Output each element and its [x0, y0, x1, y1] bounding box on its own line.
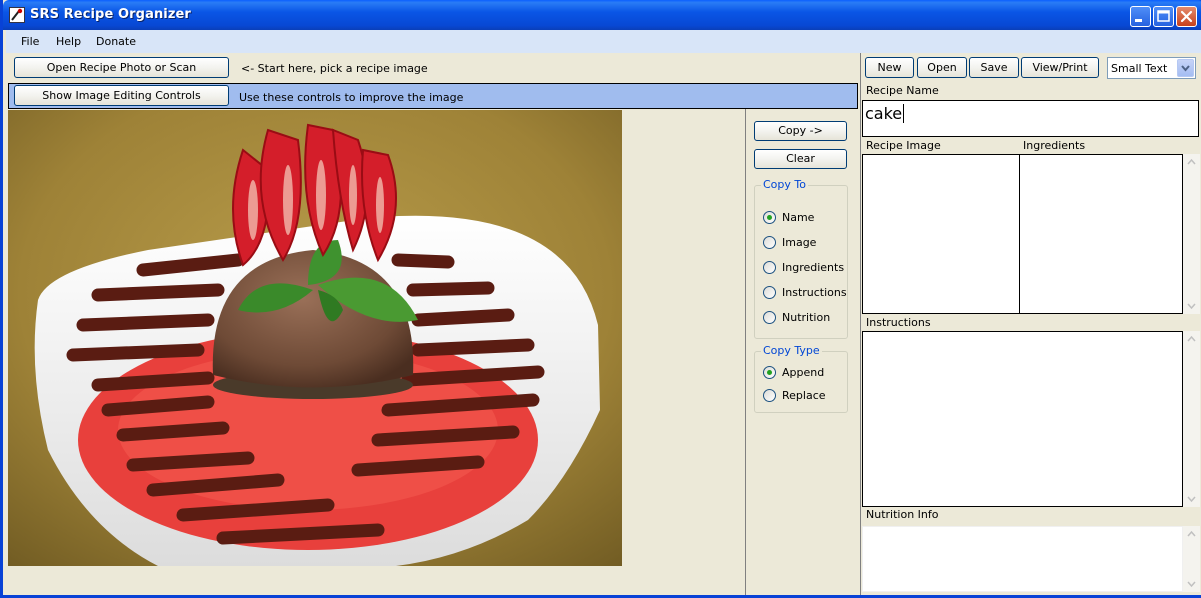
copy-type-group: Copy Type Append Replace [754, 344, 848, 413]
nutrition-field[interactable] [862, 526, 1183, 592]
window-title: SRS Recipe Organizer [30, 7, 191, 22]
text-cursor [903, 104, 905, 123]
recipe-image-label: Recipe Image [866, 139, 941, 152]
instructions-field[interactable] [862, 331, 1183, 507]
radio-button[interactable] [763, 286, 776, 299]
text-size-select[interactable]: Small Text [1107, 57, 1196, 79]
app-window: SRS Recipe Organizer File Help Donate Op… [0, 0, 1201, 598]
radio-button-selected[interactable] [763, 211, 776, 224]
show-image-editing-button[interactable]: Show Image Editing Controls [14, 85, 229, 106]
radio-label: Replace [782, 389, 826, 402]
radio-label: Ingredients [782, 261, 845, 274]
clear-button[interactable]: Clear [754, 149, 847, 169]
copy-to-group: Copy To Name Image Ingredients Instructi… [754, 178, 848, 339]
close-button[interactable] [1176, 6, 1197, 27]
radio-label: Append [782, 366, 825, 379]
view-print-button[interactable]: View/Print [1021, 57, 1099, 78]
scroll-down-icon[interactable] [1185, 299, 1198, 312]
radio-label: Instructions [782, 286, 847, 299]
menu-file[interactable]: File [21, 35, 39, 48]
dropdown-arrow[interactable] [1177, 59, 1194, 77]
dessert-photo-image [8, 110, 622, 566]
open-recipe-photo-button[interactable]: Open Recipe Photo or Scan [14, 57, 229, 78]
nutrition-label: Nutrition Info [866, 508, 939, 521]
recipe-image-box[interactable] [862, 154, 1020, 314]
minimize-icon [1135, 19, 1142, 22]
copy-to-title: Copy To [761, 178, 808, 191]
copy-type-title: Copy Type [761, 344, 822, 357]
ingredients-scrollbar[interactable] [1183, 154, 1200, 314]
recipe-name-label: Recipe Name [866, 84, 939, 97]
text-size-value: Small Text [1111, 62, 1168, 75]
maximize-icon [1157, 10, 1170, 22]
ingredients-label: Ingredients [1023, 139, 1086, 152]
radio-label: Nutrition [782, 311, 831, 324]
radio-button[interactable] [763, 389, 776, 402]
ingredients-field[interactable] [1019, 154, 1183, 314]
image-viewer[interactable] [8, 109, 746, 595]
scroll-up-icon[interactable] [1185, 333, 1198, 346]
radio-label: Image [782, 236, 817, 249]
recipe-photo[interactable] [8, 110, 622, 566]
radio-button[interactable] [763, 236, 776, 249]
copy-button[interactable]: Copy -> [754, 121, 847, 141]
instructions-label: Instructions [866, 316, 931, 329]
scroll-down-icon[interactable] [1185, 577, 1198, 590]
maximize-button[interactable] [1153, 6, 1174, 27]
app-icon [9, 7, 25, 23]
radio-button[interactable] [763, 261, 776, 274]
save-button[interactable]: Save [969, 57, 1019, 78]
copy-panel: Copy -> Clear Copy To Name Image Ingredi… [746, 109, 859, 595]
new-button[interactable]: New [865, 57, 914, 78]
title-bar[interactable]: SRS Recipe Organizer [3, 0, 1201, 30]
scroll-down-icon[interactable] [1185, 492, 1198, 505]
recipe-name-field[interactable]: cake [862, 100, 1199, 137]
open-button[interactable]: Open [917, 57, 967, 78]
menu-bar: File Help Donate [6, 30, 1201, 53]
radio-button-selected[interactable] [763, 366, 776, 379]
radio-label: Name [782, 211, 815, 224]
editing-hint: Use these controls to improve the image [239, 91, 464, 104]
menu-help[interactable]: Help [56, 35, 81, 48]
radio-button[interactable] [763, 311, 776, 324]
image-pane: Open Recipe Photo or Scan <- Start here,… [6, 53, 859, 595]
scroll-up-icon[interactable] [1185, 528, 1198, 541]
menu-donate[interactable]: Donate [96, 35, 136, 48]
minimize-button[interactable] [1130, 6, 1151, 27]
nutrition-scrollbar[interactable] [1183, 526, 1200, 592]
close-icon [1180, 10, 1193, 23]
open-hint: <- Start here, pick a recipe image [241, 62, 428, 75]
recipe-name-value: cake [865, 104, 903, 123]
chevron-down-icon [1181, 65, 1190, 72]
instructions-scrollbar[interactable] [1183, 331, 1200, 507]
scroll-up-icon[interactable] [1185, 156, 1198, 169]
recipe-pane: New Open Save View/Print Small Text Reci… [860, 53, 1201, 595]
